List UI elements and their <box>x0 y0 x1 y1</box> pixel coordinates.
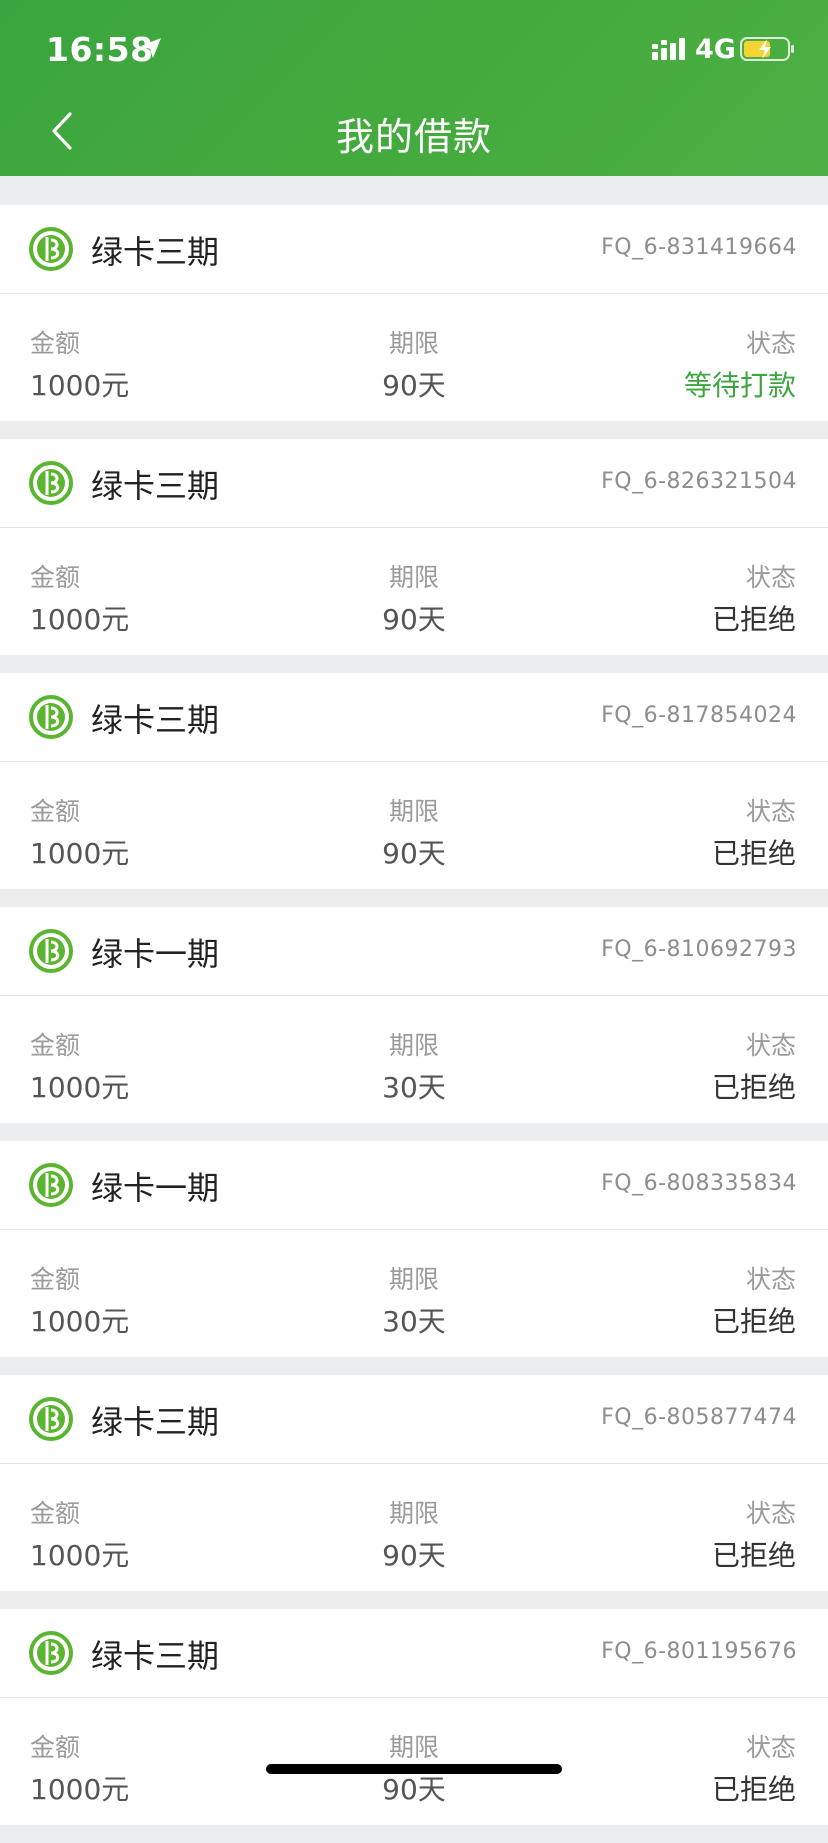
location-arrow-icon <box>141 38 161 58</box>
nav-bar: 我的借款 <box>0 92 828 176</box>
status-label: 状态 <box>745 797 796 826</box>
loan-id: FQ_6-808335834 <box>601 1171 797 1196</box>
loan-id: FQ_6-801195676 <box>601 1639 797 1664</box>
term-label: 期限 <box>388 1031 439 1060</box>
loan-card-body: 金额 1000元 期限 30天 状态 已拒绝 <box>0 1230 828 1357</box>
loan-id: FQ_6-826321504 <box>601 469 797 494</box>
term-label: 期限 <box>388 1499 439 1528</box>
product-logo-icon <box>29 1631 73 1675</box>
status-value: 已拒绝 <box>711 1539 796 1572</box>
status-label: 状态 <box>745 563 796 592</box>
loan-card-header: 绿卡三期 FQ_6-826321504 <box>0 439 828 528</box>
loan-card[interactable]: 绿卡三期 FQ_6-817854024 金额 1000元 期限 90天 状态 已… <box>0 673 828 889</box>
loan-card[interactable]: 绿卡三期 FQ_6-801195676 金额 1000元 期限 90天 状态 已… <box>0 1609 828 1825</box>
loan-id: FQ_6-831419664 <box>601 235 797 260</box>
loan-list: 绿卡三期 FQ_6-831419664 金额 1000元 期限 90天 状态 等… <box>0 205 828 1843</box>
page-title: 我的借款 <box>335 115 492 159</box>
status-label: 状态 <box>745 1499 796 1528</box>
term-column: 期限 90天 <box>0 558 828 638</box>
product-logo-icon <box>29 1397 73 1441</box>
status-label: 状态 <box>745 1265 796 1294</box>
status-column: 状态 已拒绝 <box>712 1494 796 1574</box>
status-column: 状态 已拒绝 <box>712 1728 796 1808</box>
loan-card[interactable]: 绿卡一期 FQ_6-810692793 金额 1000元 期限 30天 状态 已… <box>0 907 828 1123</box>
term-value: 30天 <box>382 1305 446 1338</box>
product-name: 绿卡三期 <box>91 1637 220 1675</box>
loan-card[interactable]: 绿卡一期 FQ_6-808335834 金额 1000元 期限 30天 状态 已… <box>0 1141 828 1357</box>
product-name: 绿卡三期 <box>91 701 220 739</box>
loan-card[interactable]: 绿卡三期 FQ_6-831419664 金额 1000元 期限 90天 状态 等… <box>0 205 828 421</box>
product-logo-icon <box>29 929 73 973</box>
status-value: 已拒绝 <box>711 603 796 636</box>
product-name: 绿卡三期 <box>91 467 220 505</box>
loan-card-body: 金额 1000元 期限 90天 状态 已拒绝 <box>0 762 828 889</box>
product-name: 绿卡一期 <box>91 1169 220 1207</box>
product-logo-icon <box>29 461 73 505</box>
status-bar: 16:58 4G <box>0 0 828 100</box>
term-value: 90天 <box>382 837 446 870</box>
status-column: 状态 已拒绝 <box>712 1026 796 1106</box>
status-column: 状态 已拒绝 <box>712 792 796 872</box>
status-column: 状态 已拒绝 <box>712 558 796 638</box>
battery-charging-icon <box>740 37 794 61</box>
term-label: 期限 <box>388 797 439 826</box>
network-type: 4G <box>695 34 736 65</box>
term-label: 期限 <box>388 563 439 592</box>
loan-card-body: 金额 1000元 期限 90天 状态 已拒绝 <box>0 1698 828 1825</box>
term-value: 30天 <box>382 1071 446 1104</box>
status-label: 状态 <box>745 1733 796 1762</box>
signal-bars-icon <box>652 38 685 60</box>
term-column: 期限 90天 <box>0 792 828 872</box>
term-label: 期限 <box>388 1733 439 1762</box>
loan-card-body: 金额 1000元 期限 90天 状态 等待打款 <box>0 294 828 421</box>
product-logo-icon <box>29 227 73 271</box>
loan-card-body: 金额 1000元 期限 30天 状态 已拒绝 <box>0 996 828 1123</box>
loan-card-header: 绿卡一期 FQ_6-808335834 <box>0 1141 828 1230</box>
product-logo-icon <box>29 695 73 739</box>
app-header: 16:58 4G 我的借款 <box>0 0 828 176</box>
term-value: 90天 <box>382 1773 446 1806</box>
loan-card[interactable]: 绿卡三期 FQ_6-805877474 金额 1000元 期限 90天 状态 已… <box>0 1375 828 1591</box>
loan-card[interactable]: 绿卡三期 FQ_6-826321504 金额 1000元 期限 90天 状态 已… <box>0 439 828 655</box>
product-name: 绿卡三期 <box>91 233 220 271</box>
loan-id: FQ_6-805877474 <box>601 1405 797 1430</box>
loan-id: FQ_6-817854024 <box>601 703 797 728</box>
loan-card-header: 绿卡三期 FQ_6-831419664 <box>0 205 828 294</box>
status-value: 已拒绝 <box>711 1071 796 1104</box>
term-value: 90天 <box>382 1539 446 1572</box>
status-value: 已拒绝 <box>711 837 796 870</box>
loan-card-header: 绿卡三期 FQ_6-801195676 <box>0 1609 828 1698</box>
status-value: 等待打款 <box>683 369 796 402</box>
status-label: 状态 <box>745 329 796 358</box>
term-column: 期限 30天 <box>0 1260 828 1340</box>
status-label: 状态 <box>745 1031 796 1060</box>
status-column: 状态 等待打款 <box>684 324 796 404</box>
loan-card-header: 绿卡一期 FQ_6-810692793 <box>0 907 828 996</box>
status-value: 已拒绝 <box>711 1773 796 1806</box>
loan-card-body: 金额 1000元 期限 90天 状态 已拒绝 <box>0 528 828 655</box>
term-label: 期限 <box>388 1265 439 1294</box>
product-name: 绿卡三期 <box>91 1403 220 1441</box>
product-logo-icon <box>29 1163 73 1207</box>
term-column: 期限 30天 <box>0 1026 828 1106</box>
loan-id: FQ_6-810692793 <box>601 937 797 962</box>
status-column: 状态 已拒绝 <box>712 1260 796 1340</box>
home-indicator[interactable] <box>266 1764 562 1774</box>
product-name: 绿卡一期 <box>91 935 220 973</box>
loan-card-body: 金额 1000元 期限 90天 状态 已拒绝 <box>0 1464 828 1591</box>
term-value: 90天 <box>382 603 446 636</box>
loan-card-header: 绿卡三期 FQ_6-805877474 <box>0 1375 828 1464</box>
loan-card-header: 绿卡三期 FQ_6-817854024 <box>0 673 828 762</box>
status-value: 已拒绝 <box>711 1305 796 1338</box>
term-column: 期限 90天 <box>0 1494 828 1574</box>
status-time: 16:58 <box>46 30 154 69</box>
